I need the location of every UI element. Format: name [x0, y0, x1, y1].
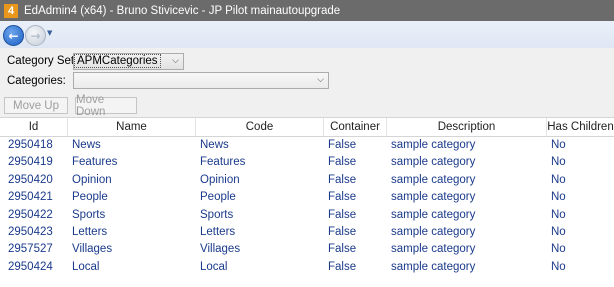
cell-id: 2950422	[8, 208, 53, 221]
cell-description: sample category	[391, 226, 476, 238]
chevron-down-icon: ⌵	[172, 55, 179, 65]
table-row[interactable]: 2950424 Local Local False sample category No	[0, 259, 614, 276]
cell-container: False	[328, 191, 357, 204]
cell-description: sample category	[391, 191, 476, 204]
cell-id: 2950423	[8, 226, 53, 238]
move-down-button[interactable]: Move Down	[75, 94, 137, 118]
cell-description: sample category	[391, 208, 476, 221]
category-sets-label: Category Sets:	[7, 55, 84, 67]
cell-container: False	[328, 208, 357, 221]
navigation-bar: ← → ▼	[0, 21, 614, 49]
chevron-down-icon: ⌵	[317, 74, 324, 84]
cell-has-children: No	[551, 173, 566, 186]
cell-code: Villages	[200, 243, 241, 256]
forward-button[interactable]: →	[25, 25, 46, 46]
cell-has-children: No	[551, 191, 566, 204]
cell-description: sample category	[391, 139, 476, 151]
cell-name: News	[72, 139, 101, 151]
cell-container: False	[328, 173, 357, 186]
cell-id: 2957527	[8, 243, 53, 256]
column-header-has-children[interactable]: Has Children	[547, 118, 614, 136]
cell-code: Sports	[200, 208, 234, 221]
table-row[interactable]: 2950419 Features Features False sample categ…	[0, 154, 614, 171]
cell-code: Features	[200, 156, 246, 169]
column-header-description[interactable]: Description	[387, 118, 547, 136]
cell-description: sample category	[391, 243, 476, 256]
table-row[interactable]: 2950421 People People False sample category N…	[0, 189, 614, 206]
cell-id: 2950420	[8, 173, 53, 186]
cell-code: People	[200, 191, 236, 204]
cell-has-children: No	[551, 243, 566, 256]
table-header: Id Name Code Container Description Has C…	[0, 118, 614, 137]
move-up-button[interactable]: Move Up	[4, 97, 68, 114]
cell-has-children: No	[551, 260, 566, 273]
cell-name: Letters	[72, 226, 108, 238]
arrow-left-icon: ←	[8, 28, 19, 43]
cell-id: 2950421	[8, 191, 53, 204]
cell-container: False	[328, 260, 357, 273]
cell-name: Sports	[72, 208, 106, 221]
cell-container: False	[328, 156, 357, 169]
column-header-container[interactable]: Container	[324, 118, 387, 136]
cell-name: Features	[72, 156, 118, 169]
cell-container: False	[328, 226, 357, 238]
category-sets-value: APMCategories	[74, 54, 161, 68]
column-header-name[interactable]: Name	[68, 118, 196, 136]
column-header-id[interactable]: Id	[0, 118, 68, 136]
table-row[interactable]: 2950420 Opinion Opinion False sample categor…	[0, 172, 614, 189]
cell-description: sample category	[391, 156, 476, 169]
cell-container: False	[328, 139, 357, 151]
app-icon: 4	[4, 3, 18, 18]
cell-code: Opinion	[200, 173, 240, 186]
chevron-down-icon[interactable]: ▼	[47, 29, 52, 37]
cell-id: 2950419	[8, 156, 53, 169]
cell-description: sample category	[391, 173, 476, 186]
cell-code: Local	[200, 260, 228, 273]
categories-select[interactable]: ⌵	[73, 72, 329, 89]
cell-container: False	[328, 243, 357, 256]
cell-name: People	[72, 191, 108, 204]
window-title: EdAdmin4 (x64) - Bruno Stivicevic - JP P…	[24, 4, 341, 17]
table-row[interactable]: 2950423 Letters Letters False sample categor…	[0, 224, 614, 241]
cell-description: sample category	[391, 260, 476, 273]
cell-name: Local	[72, 260, 100, 273]
cell-id: 2950424	[8, 260, 53, 273]
arrow-right-icon: →	[30, 28, 41, 43]
cell-has-children: No	[551, 156, 566, 169]
cell-code: Letters	[200, 226, 236, 238]
categories-table: Id Name Code Container Description Has C…	[0, 117, 614, 287]
cell-has-children: No	[551, 139, 566, 151]
back-button[interactable]: ←	[3, 25, 24, 46]
table-row[interactable]: 2950418 News News False sample category No	[0, 137, 614, 154]
table-row[interactable]: 2950422 Sports Sports False sample category N…	[0, 207, 614, 224]
cell-has-children: No	[551, 208, 566, 221]
cell-code: News	[200, 139, 229, 151]
title-bar: 4 EdAdmin4 (x64) - Bruno Stivicevic - JP…	[0, 0, 614, 21]
cell-name: Opinion	[72, 173, 112, 186]
table-row[interactable]: 2957527 Villages Villages False sample categ…	[0, 241, 614, 258]
cell-name: Villages	[72, 243, 113, 256]
column-header-code[interactable]: Code	[196, 118, 324, 136]
cell-has-children: No	[551, 226, 566, 238]
category-sets-select[interactable]: APMCategories ⌵	[73, 53, 184, 70]
cell-id: 2950418	[8, 139, 53, 151]
categories-label: Categories:	[7, 75, 66, 87]
